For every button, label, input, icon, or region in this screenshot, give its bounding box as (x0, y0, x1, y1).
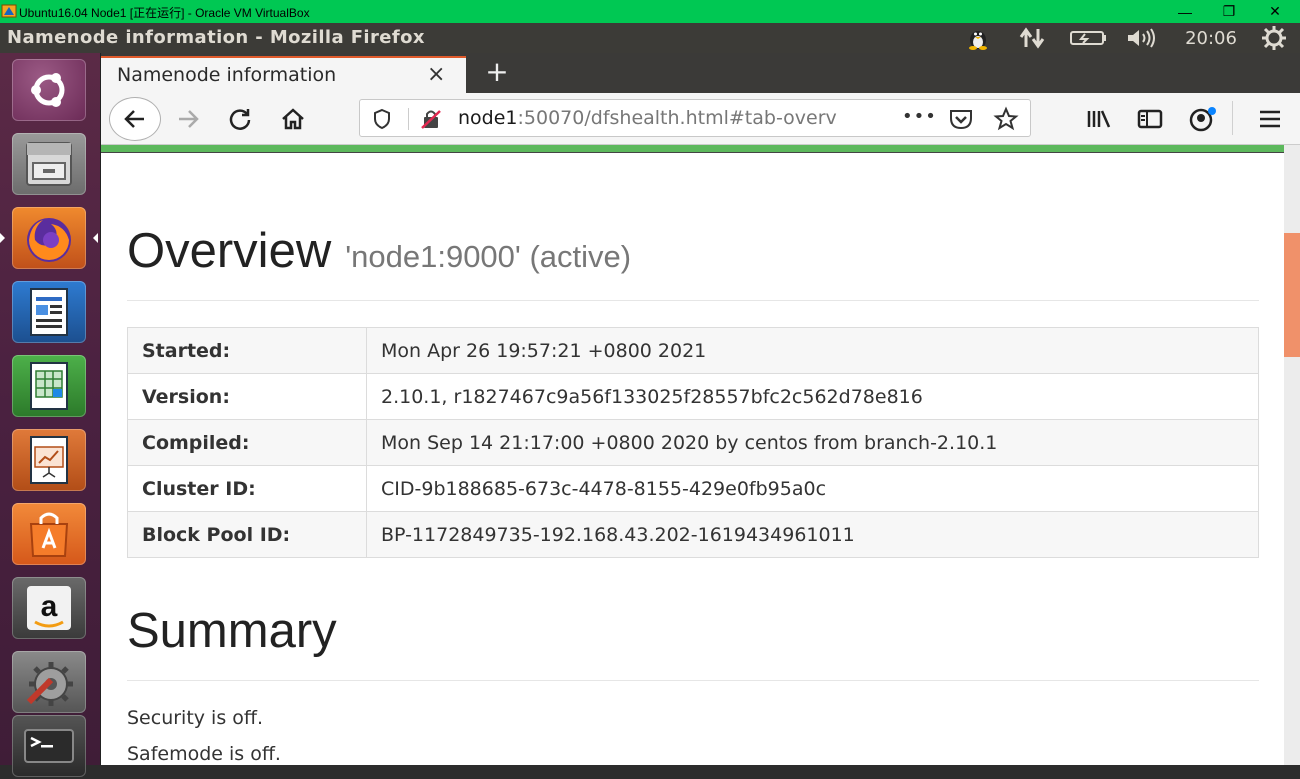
reload-icon (229, 109, 251, 130)
firefox-navigation-toolbar: node1:50070/dfshealth.html#tab-overv ••• (101, 93, 1300, 145)
sidebar-icon (1137, 109, 1163, 129)
page-actions-menu-icon[interactable]: ••• (902, 106, 937, 127)
summary-divider (127, 680, 1259, 681)
reload-button[interactable] (221, 100, 259, 138)
tab-title: Namenode information (117, 64, 337, 86)
forward-arrow-icon (179, 110, 199, 128)
row-key: Started: (127, 327, 367, 374)
navbar-green-strip (101, 145, 1284, 153)
page-scrollbar-thumb[interactable] (1284, 233, 1300, 357)
file-cabinet-icon (12, 133, 86, 195)
row-value: BP-1172849735-192.168.43.202-16194349610… (366, 511, 1259, 558)
home-icon (282, 108, 304, 130)
forward-button[interactable] (169, 100, 207, 138)
virtualbox-titlebar: Ubuntu16.04 Node1 [正在运行] - Oracle VM Vir… (0, 0, 1300, 23)
launcher-terminal[interactable] (7, 713, 91, 779)
row-key: Version: (127, 373, 367, 420)
tab-namenode-information[interactable]: Namenode information × (101, 56, 466, 93)
url-path: :50070/dfshealth.html#tab-overv (517, 107, 837, 129)
active-window-title: Namenode information - Mozilla Firefox (7, 27, 425, 48)
row-key: Block Pool ID: (127, 511, 367, 558)
minimize-button[interactable]: — (1162, 0, 1208, 23)
clock[interactable]: 20:06 (1178, 26, 1244, 50)
gear-power-icon[interactable] (1258, 26, 1290, 50)
impress-presentation-icon (12, 429, 86, 491)
active-indicator-right (93, 233, 98, 243)
virtualbox-window-title: Ubuntu16.04 Node1 [正在运行] - Oracle VM Vir… (19, 6, 310, 20)
namenode-info-table: Started: Mon Apr 26 19:57:21 +0800 2021 V… (127, 327, 1259, 558)
battery-icon[interactable] (1067, 26, 1111, 50)
row-key: Cluster ID: (127, 465, 367, 512)
pocket-icon[interactable] (948, 107, 974, 135)
hamburger-menu-icon (1260, 110, 1280, 128)
url-bar-separator (408, 108, 409, 130)
settings-gear-wrench-icon (12, 651, 86, 713)
back-arrow-icon (124, 110, 144, 128)
library-icon (1087, 110, 1111, 128)
virtualbox-icon (1, 4, 17, 18)
close-window-button[interactable]: ✕ (1252, 0, 1298, 23)
ubuntu-logo-icon (12, 59, 86, 121)
firefox-tab-strip: Namenode information × + (101, 53, 1300, 93)
safemode-status-text: Safemode is off. (127, 743, 281, 765)
overview-subtitle: 'node1:9000' (active) (345, 239, 632, 274)
url-host: node1 (458, 107, 518, 129)
launcher-ubuntu-dash[interactable] (7, 57, 91, 123)
tracking-shield-icon[interactable] (372, 108, 392, 134)
row-value: 2.10.1, r1827467c9a56f133025f28557bfc2c5… (366, 373, 1259, 420)
firefox-icon (12, 207, 86, 269)
row-value: CID-9b188685-673c-4478-8155-429e0fb95a0c (366, 465, 1259, 512)
new-tab-button[interactable]: + (481, 57, 513, 89)
url-text[interactable]: node1:50070/dfshealth.html#tab-overv (458, 107, 898, 129)
library-button[interactable] (1080, 100, 1118, 138)
tab-close-icon[interactable]: × (427, 62, 445, 87)
row-key: Compiled: (127, 419, 367, 466)
active-indicator-left (0, 233, 5, 243)
calc-spreadsheet-icon (12, 355, 86, 417)
account-button[interactable] (1184, 100, 1222, 138)
launcher-files[interactable] (7, 131, 91, 197)
toolbar-separator (1232, 101, 1233, 135)
ubuntu-top-panel: Namenode information - Mozilla Firefox 2… (0, 23, 1300, 53)
home-button[interactable] (274, 100, 312, 138)
launcher-system-settings[interactable] (7, 649, 91, 715)
tux-icon[interactable] (962, 26, 994, 50)
row-value: Mon Sep 14 21:17:00 +0800 2020 by centos… (366, 419, 1259, 466)
url-bar[interactable]: node1:50070/dfshealth.html#tab-overv ••• (359, 99, 1031, 137)
overview-divider (127, 300, 1259, 301)
software-bag-icon (12, 503, 86, 565)
launcher-software[interactable] (7, 501, 91, 567)
restore-button[interactable]: ❐ (1206, 0, 1252, 23)
table-row: Block Pool ID: BP-1172849735-192.168.43.2… (127, 511, 1259, 558)
terminal-icon (12, 715, 86, 777)
account-icon (1189, 107, 1216, 132)
sidebar-toggle-button[interactable] (1131, 100, 1169, 138)
page-content: Overview'node1:9000' (active) Started: Mo… (101, 145, 1284, 765)
summary-heading: Summary (127, 604, 337, 658)
overview-heading: Overview 'node1:9000' (active) (127, 223, 631, 279)
table-row: Started: Mon Apr 26 19:57:21 +0800 2021 (127, 327, 1259, 374)
table-row: Cluster ID: CID-9b188685-673c-4478-8155-4… (127, 465, 1259, 512)
launcher-writer[interactable] (7, 279, 91, 345)
overview-title: Overview (127, 224, 332, 278)
network-updown-icon[interactable] (1015, 26, 1049, 50)
menu-button[interactable] (1251, 100, 1289, 138)
launcher-firefox[interactable] (7, 205, 91, 271)
row-value: Mon Apr 26 19:57:21 +0800 2021 (366, 327, 1259, 374)
table-row: Compiled: Mon Sep 14 21:17:00 +0800 2020 … (127, 419, 1259, 466)
back-button[interactable] (109, 97, 161, 141)
writer-document-icon (12, 281, 86, 343)
launcher-calc[interactable] (7, 353, 91, 419)
launcher-amazon[interactable]: a (7, 575, 91, 641)
amazon-icon: a (12, 577, 86, 639)
bookmark-star-icon[interactable] (993, 106, 1019, 136)
security-status-text: Security is off. (127, 707, 264, 729)
insecure-connection-icon[interactable] (420, 108, 442, 134)
svg-text:a: a (41, 590, 58, 623)
unity-launcher: a (0, 53, 101, 777)
volume-icon[interactable] (1124, 26, 1162, 50)
table-row: Version: 2.10.1, r1827467c9a56f133025f285… (127, 373, 1259, 420)
launcher-impress[interactable] (7, 427, 91, 493)
